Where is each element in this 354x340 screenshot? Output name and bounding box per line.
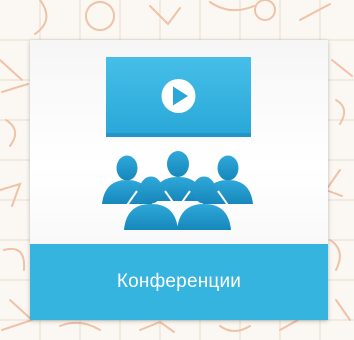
play-icon [161,79,196,113]
tile-label: Конференции [116,271,242,292]
audience-icon [102,151,253,230]
video-conference-icon [102,57,253,230]
conferences-tile[interactable]: Конференции [30,40,328,320]
tile-label-bar[interactable]: Конференции [30,244,328,320]
